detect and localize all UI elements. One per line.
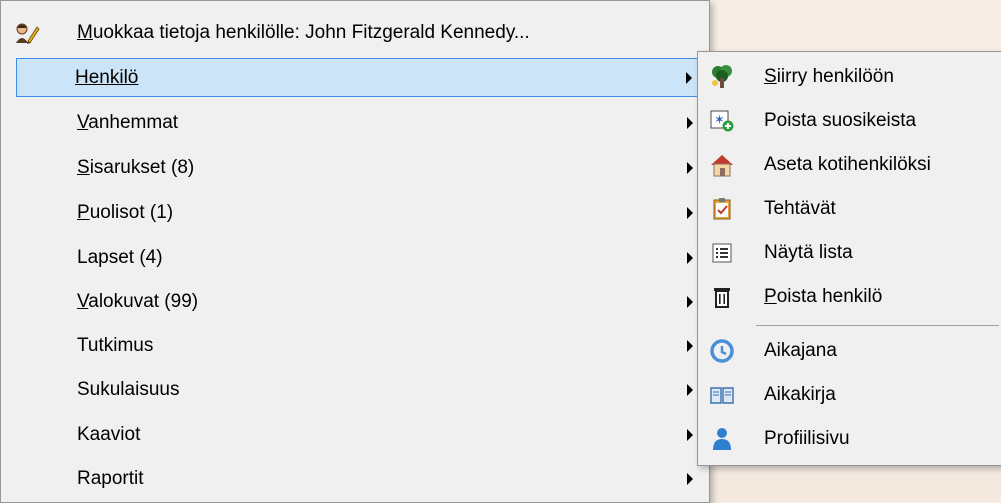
- submenu-item-aikajana[interactable]: Aikajana: [700, 331, 999, 370]
- submenu-arrow-icon: [687, 251, 693, 264]
- submenu-arrow-icon: [687, 472, 693, 485]
- submenu-item-profiilisivu[interactable]: Profiilisivu: [700, 419, 999, 458]
- submenu-item-aikakirja[interactable]: Aikakirja: [700, 375, 999, 414]
- tree-icon: [708, 63, 736, 91]
- tasks-clipboard-icon: [708, 195, 736, 223]
- menu-item-label: Näytä lista: [764, 241, 853, 263]
- favorites-remove-icon: ✶: [708, 107, 736, 135]
- menu-item-label: Poista suosikeista: [764, 109, 917, 131]
- menu-item-label: Sukulaisuus: [77, 378, 180, 400]
- trash-icon: [708, 283, 736, 311]
- menu-item-puolisot[interactable]: Puolisot (1): [3, 193, 707, 232]
- menu-item-label: Kaaviot: [77, 423, 141, 445]
- submenu-arrow-icon: [687, 206, 693, 219]
- menu-separator: [756, 325, 999, 326]
- submenu-item-poista-henkilo[interactable]: Poista henkilö: [700, 277, 999, 316]
- menu-item-label: Vanhemmat: [77, 111, 179, 133]
- submenu-arrow-icon: [687, 383, 693, 396]
- henkilo-submenu: Siirry henkilöön ✶ Poista suosikeista As…: [697, 51, 1001, 466]
- context-menu: Muokkaa tietoja henkilölle: John Fitzger…: [0, 0, 710, 503]
- menu-item-label: Aikajana: [764, 339, 837, 361]
- menu-item-edit-person[interactable]: Muokkaa tietoja henkilölle: John Fitzger…: [3, 13, 707, 52]
- menu-item-label: Aseta kotihenkilöksi: [764, 153, 931, 175]
- submenu-item-nayta-lista[interactable]: Näytä lista: [700, 233, 999, 272]
- submenu-item-aseta-kotihenkiloksi[interactable]: Aseta kotihenkilöksi: [700, 145, 999, 184]
- menu-item-label: Lapset (4): [77, 246, 163, 268]
- submenu-arrow-icon: [687, 339, 693, 352]
- menu-item-label: Henkilö: [75, 66, 139, 88]
- menu-item-label: Puolisot (1): [77, 201, 174, 223]
- edit-person-icon: [13, 19, 41, 47]
- menu-item-label: Poista henkilö: [764, 285, 883, 307]
- menu-item-label: Valokuvat (99): [77, 290, 199, 312]
- list-icon: [708, 239, 736, 267]
- submenu-arrow-icon: [686, 71, 692, 84]
- submenu-arrow-icon: [687, 428, 693, 441]
- timeline-icon: [708, 337, 736, 365]
- submenu-item-poista-suosikeista[interactable]: ✶ Poista suosikeista: [700, 101, 999, 140]
- menu-item-sisarukset[interactable]: Sisarukset (8): [3, 148, 707, 187]
- menu-item-label: Muokkaa tietoja henkilölle: John Fitzger…: [77, 21, 530, 43]
- menu-item-label: Siirry henkilöön: [764, 65, 894, 87]
- submenu-arrow-icon: [687, 116, 693, 129]
- home-icon: [708, 151, 736, 179]
- menu-item-sukulaisuus[interactable]: Sukulaisuus: [3, 370, 707, 409]
- person-profile-icon: [708, 425, 736, 453]
- menu-item-label: Tehtävät: [764, 197, 836, 219]
- menu-item-lapset[interactable]: Lapset (4): [3, 238, 707, 277]
- menu-item-henkilo[interactable]: Henkilö: [16, 58, 707, 97]
- submenu-arrow-icon: [687, 161, 693, 174]
- menu-item-valokuvat[interactable]: Valokuvat (99): [3, 282, 707, 321]
- menu-item-label: Tutkimus: [77, 334, 154, 356]
- submenu-item-siirry-henkiloon[interactable]: Siirry henkilöön: [700, 57, 999, 96]
- menu-item-raportit[interactable]: Raportit: [3, 459, 707, 498]
- menu-item-label: Aikakirja: [764, 383, 836, 405]
- book-icon: [708, 381, 736, 409]
- menu-item-label: Profiilisivu: [764, 427, 850, 449]
- menu-item-label: Sisarukset (8): [77, 156, 195, 178]
- menu-item-vanhemmat[interactable]: Vanhemmat: [3, 103, 707, 142]
- menu-item-tutkimus[interactable]: Tutkimus: [3, 326, 707, 365]
- menu-item-kaaviot[interactable]: Kaaviot: [3, 415, 707, 454]
- menu-item-label: Raportit: [77, 467, 144, 489]
- submenu-item-tehtavat[interactable]: Tehtävät: [700, 189, 999, 228]
- submenu-arrow-icon: [687, 295, 693, 308]
